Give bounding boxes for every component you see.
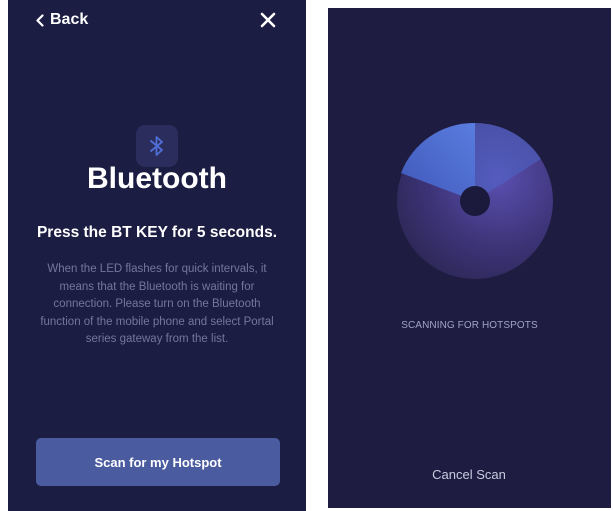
chevron-left-icon <box>36 13 44 27</box>
instruction-text: When the LED flashes for quick intervals… <box>40 263 274 345</box>
instruction-heading: Press the BT KEY for 5 seconds. <box>36 224 278 241</box>
page-title: Bluetooth <box>87 162 227 195</box>
back-label: Back <box>50 11 89 28</box>
bluetooth-setup-screen: Back Bluetooth Press the BT KEY for 5 se… <box>8 0 306 511</box>
bluetooth-icon <box>136 125 178 167</box>
back-button[interactable]: Back <box>36 11 88 29</box>
app-canvas: Back Bluetooth Press the BT KEY for 5 se… <box>0 0 613 511</box>
cancel-scan-button[interactable]: Cancel Scan <box>409 464 529 486</box>
close-icon[interactable] <box>260 12 276 28</box>
radar-scan-icon <box>395 121 555 281</box>
scan-for-hotspot-button[interactable]: Scan for my Hotspot <box>36 438 280 486</box>
scanning-status-text: SCANNING FOR HOTSPOTS <box>401 320 538 331</box>
scanning-screen: SCANNING FOR HOTSPOTS Cancel Scan <box>328 8 611 508</box>
